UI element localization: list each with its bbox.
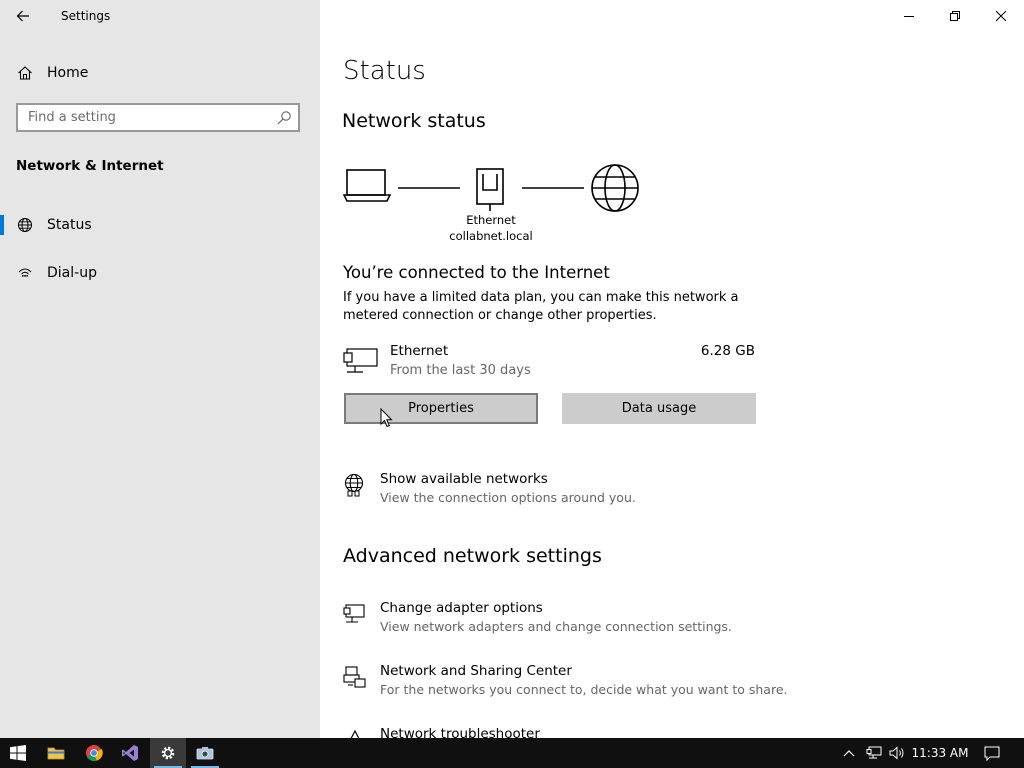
computer-icon	[342, 169, 392, 202]
search-box[interactable]	[16, 103, 300, 132]
search-input[interactable]	[18, 105, 278, 130]
network-tray-icon	[866, 746, 882, 759]
diagram-adapter-label: Ethernet	[466, 213, 516, 227]
notification-icon	[984, 746, 1000, 761]
change-adapter-options-link[interactable]: Change adapter options View network adap…	[343, 600, 943, 640]
sidebar-item-label: Dial-up	[47, 265, 97, 281]
data-usage-button[interactable]: Data usage	[562, 393, 756, 424]
restore-button[interactable]	[932, 0, 978, 32]
camera-icon	[196, 747, 214, 760]
tray-network-button[interactable]	[862, 738, 886, 768]
network-sharing-center-link[interactable]: Network and Sharing Center For the netwo…	[343, 663, 943, 703]
folder-icon	[47, 747, 65, 760]
clock[interactable]: 11:33 AM	[908, 738, 972, 768]
minimize-button[interactable]	[886, 0, 932, 32]
start-button[interactable]	[0, 738, 36, 768]
network-diagram	[342, 162, 643, 220]
section-title: Network & Internet	[16, 158, 164, 174]
connected-heading: You’re connected to the Internet	[343, 263, 610, 282]
network-diagram-graphic	[342, 164, 639, 212]
visual-studio-icon	[122, 745, 138, 761]
gear-icon	[161, 746, 175, 760]
taskbar-chrome[interactable]	[76, 738, 112, 768]
minimize-icon	[904, 16, 914, 17]
sidebar-item-label: Status	[47, 217, 92, 233]
advanced-network-settings-heading: Advanced network settings	[343, 545, 602, 567]
link-title: Network troubleshooter	[380, 726, 540, 738]
network-globe-icon	[344, 473, 364, 497]
globe-internet-icon	[591, 164, 639, 212]
taskbar: 11:33 AM	[0, 738, 1024, 768]
connected-description-line1: If you have a limited data plan, you can…	[343, 290, 739, 305]
main-content: Status Network status Ethernet collabnet…	[320, 0, 1024, 738]
back-button[interactable]	[0, 0, 46, 32]
network-status-heading: Network status	[342, 110, 486, 132]
home-icon	[16, 64, 34, 82]
sidebar-item-dial-up[interactable]: Dial-up	[0, 253, 320, 293]
ethernet-adapter-icon	[343, 348, 378, 373]
link-title: Change adapter options	[380, 600, 543, 616]
properties-button[interactable]: Properties	[344, 393, 538, 424]
connection-summary: Ethernet From the last 30 days 6.28 GB	[343, 343, 763, 383]
search-icon[interactable]	[276, 110, 292, 126]
mouse-cursor-icon	[380, 408, 393, 428]
connection-subtitle: From the last 30 days	[390, 363, 531, 378]
show-hidden-icons-button[interactable]	[836, 738, 862, 768]
connection-name: Ethernet	[390, 343, 449, 359]
sidebar-item-home[interactable]: Home	[0, 53, 320, 93]
page-title: Status	[343, 56, 426, 86]
taskbar-visual-studio[interactable]	[112, 738, 148, 768]
link-description: View the connection options around you.	[380, 490, 636, 505]
speaker-icon	[889, 746, 904, 760]
dialup-icon	[16, 264, 34, 282]
troubleshooter-icon	[350, 729, 360, 738]
chrome-icon	[86, 745, 103, 761]
diagram-network-label: collabnet.local	[449, 229, 533, 243]
link-description: For the networks you connect to, decide …	[380, 682, 788, 697]
chevron-up-icon	[843, 750, 855, 757]
close-icon	[996, 11, 1006, 21]
sidebar-item-status[interactable]: Status	[0, 205, 320, 245]
taskbar-settings[interactable]	[150, 738, 186, 768]
sidebar: Settings Home Network & Internet Status	[0, 0, 320, 738]
action-center-button[interactable]	[978, 738, 1006, 768]
restore-icon	[950, 11, 960, 21]
sharing-center-icon	[343, 666, 366, 688]
ethernet-icon	[476, 168, 504, 211]
window-title: Settings	[61, 9, 111, 23]
windows-logo-icon	[10, 745, 26, 761]
adapter-icon	[343, 604, 365, 623]
link-title: Show available networks	[380, 471, 548, 487]
link-description: View network adapters and change connect…	[380, 619, 732, 634]
globe-icon	[16, 216, 34, 234]
active-indicator	[0, 215, 4, 235]
network-troubleshooter-link[interactable]: Network troubleshooter	[343, 726, 943, 738]
data-usage-value: 6.28 GB	[700, 343, 755, 359]
back-arrow-icon	[16, 10, 29, 22]
show-available-networks-link[interactable]: Show available networks View the connect…	[343, 471, 943, 511]
taskbar-camera[interactable]	[187, 738, 223, 768]
taskbar-file-explorer[interactable]	[38, 738, 74, 768]
connected-description-line2: metered connection or change other prope…	[343, 308, 657, 323]
link-title: Network and Sharing Center	[380, 663, 572, 679]
tray-volume-button[interactable]	[886, 738, 908, 768]
close-button[interactable]	[978, 0, 1024, 32]
sidebar-item-label: Home	[47, 65, 89, 81]
